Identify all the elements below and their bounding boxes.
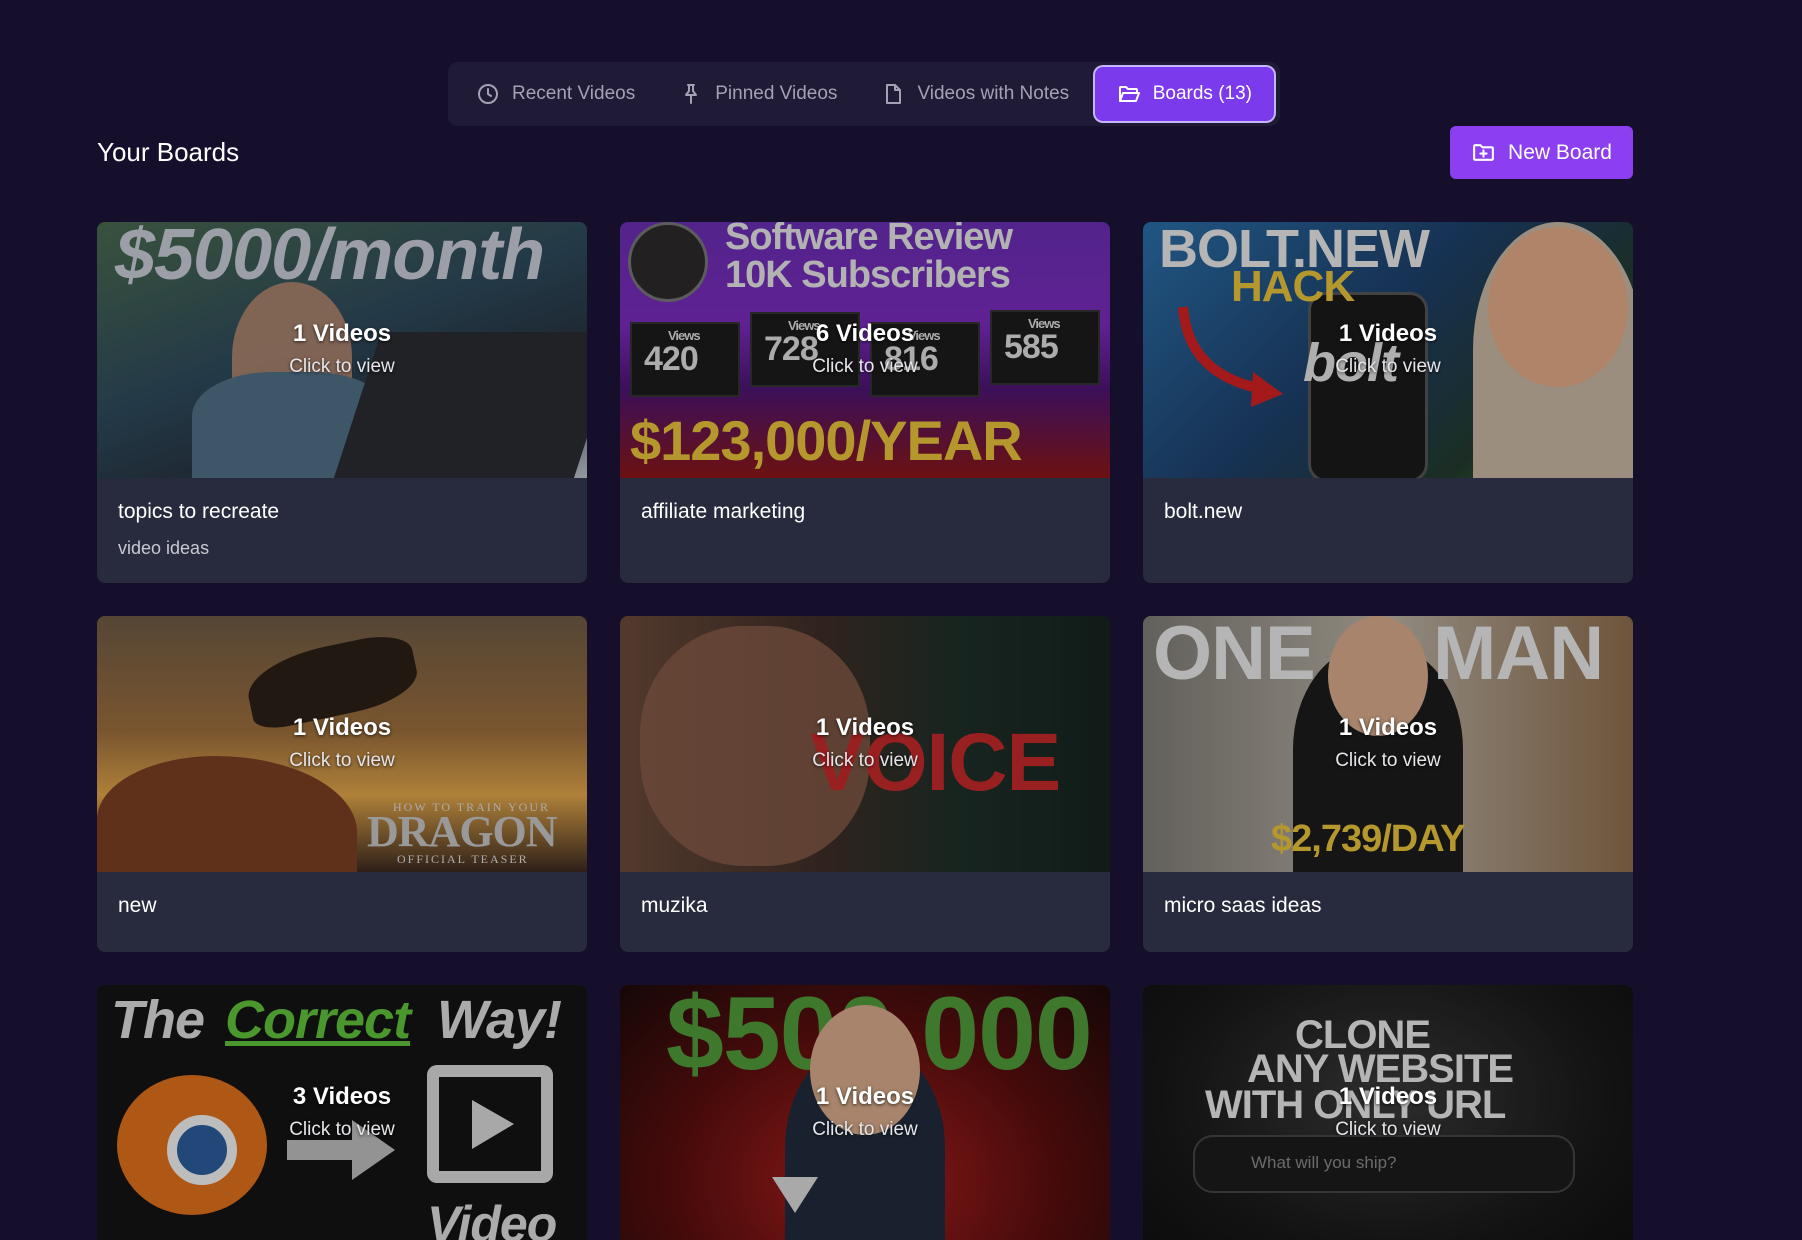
board-card[interactable]: VOICE 1 Videos Click to view muzika bbox=[620, 616, 1110, 952]
board-thumbnail: ONE MAN $2,739/DAY 1 Videos Click to vie… bbox=[1143, 616, 1633, 872]
click-hint: Click to view bbox=[1335, 356, 1441, 377]
video-count: 6 Videos bbox=[815, 320, 915, 347]
view-tabs: Recent Videos Pinned Videos Videos with … bbox=[448, 62, 1280, 126]
pin-icon bbox=[685, 84, 698, 104]
board-name: micro saas ideas bbox=[1164, 894, 1322, 917]
board-thumbnail: $500,000 1 Videos Click to view bbox=[620, 985, 1110, 1240]
folder-open-icon bbox=[1118, 86, 1140, 102]
board-card[interactable]: CLONE ANY WEBSITE WITH ONLY URL What wil… bbox=[1143, 985, 1633, 1240]
tab-label: Pinned Videos bbox=[715, 83, 838, 104]
click-hint: Click to view bbox=[289, 750, 395, 771]
tab-videos-with-notes[interactable]: Videos with Notes bbox=[859, 67, 1091, 121]
board-card[interactable]: Software Review 10K Subscribers Views 42… bbox=[620, 222, 1110, 583]
video-count: 1 Videos bbox=[1338, 320, 1438, 347]
new-board-label: New Board bbox=[1508, 140, 1612, 164]
board-name: affiliate marketing bbox=[641, 500, 806, 523]
board-name: bolt.new bbox=[1164, 500, 1243, 523]
clock-icon bbox=[478, 84, 498, 104]
board-thumbnail: VOICE 1 Videos Click to view bbox=[620, 616, 1110, 872]
board-description: video ideas bbox=[118, 538, 210, 558]
click-hint: Click to view bbox=[812, 750, 918, 771]
board-card[interactable]: $500,000 1 Videos Click to view bbox=[620, 985, 1110, 1240]
click-hint: Click to view bbox=[812, 1119, 918, 1140]
video-count: 1 Videos bbox=[815, 714, 915, 741]
tab-label: Videos with Notes bbox=[917, 83, 1070, 104]
page-title: Your Boards bbox=[97, 137, 240, 167]
board-card[interactable]: BOLT.NEW HACK bolt 1 Videos Click to vie… bbox=[1143, 222, 1633, 583]
board-name: new bbox=[118, 894, 157, 917]
video-count: 1 Videos bbox=[292, 714, 392, 741]
folder-plus-icon bbox=[1473, 144, 1494, 161]
boards-grid: $5000/month 1 Videos Click to view topic… bbox=[97, 222, 1633, 1240]
video-count: 1 Videos bbox=[292, 320, 392, 347]
click-hint: Click to view bbox=[1335, 1119, 1441, 1140]
click-hint: Click to view bbox=[812, 356, 918, 377]
board-thumbnail: HOW TO TRAIN YOUR DRAGON OFFICIAL TEASER… bbox=[97, 616, 587, 872]
tab-label: Recent Videos bbox=[512, 83, 636, 104]
note-icon bbox=[886, 84, 902, 104]
new-board-button[interactable]: New Board bbox=[1450, 126, 1633, 179]
board-card[interactable]: ONE MAN $2,739/DAY 1 Videos Click to vie… bbox=[1143, 616, 1633, 952]
video-count: 1 Videos bbox=[1338, 714, 1438, 741]
board-card[interactable]: HOW TO TRAIN YOUR DRAGON OFFICIAL TEASER… bbox=[97, 616, 587, 952]
click-hint: Click to view bbox=[1335, 750, 1441, 771]
board-thumbnail: Software Review 10K Subscribers Views 42… bbox=[620, 222, 1110, 478]
video-count: 3 Videos bbox=[292, 1083, 392, 1110]
board-card[interactable]: The Correct Way! Video 3 Videos Click to… bbox=[97, 985, 587, 1240]
tab-pinned-videos[interactable]: Pinned Videos bbox=[657, 67, 859, 121]
tab-recent-videos[interactable]: Recent Videos bbox=[454, 67, 657, 121]
video-count: 1 Videos bbox=[1338, 1083, 1438, 1110]
click-hint: Click to view bbox=[289, 356, 395, 377]
tab-label: Boards (13) bbox=[1152, 83, 1252, 104]
board-card[interactable]: $5000/month 1 Videos Click to view topic… bbox=[97, 222, 587, 583]
click-hint: Click to view bbox=[289, 1119, 395, 1140]
board-thumbnail: CLONE ANY WEBSITE WITH ONLY URL What wil… bbox=[1143, 985, 1633, 1240]
board-thumbnail: The Correct Way! Video 3 Videos Click to… bbox=[97, 985, 587, 1240]
tab-boards[interactable]: Boards (13) bbox=[1094, 67, 1274, 121]
board-thumbnail: $5000/month 1 Videos Click to view bbox=[97, 222, 587, 478]
board-name: muzika bbox=[641, 894, 708, 917]
board-thumbnail: BOLT.NEW HACK bolt 1 Videos Click to vie… bbox=[1143, 222, 1633, 478]
video-count: 1 Videos bbox=[815, 1083, 915, 1110]
board-name: topics to recreate bbox=[118, 500, 280, 523]
